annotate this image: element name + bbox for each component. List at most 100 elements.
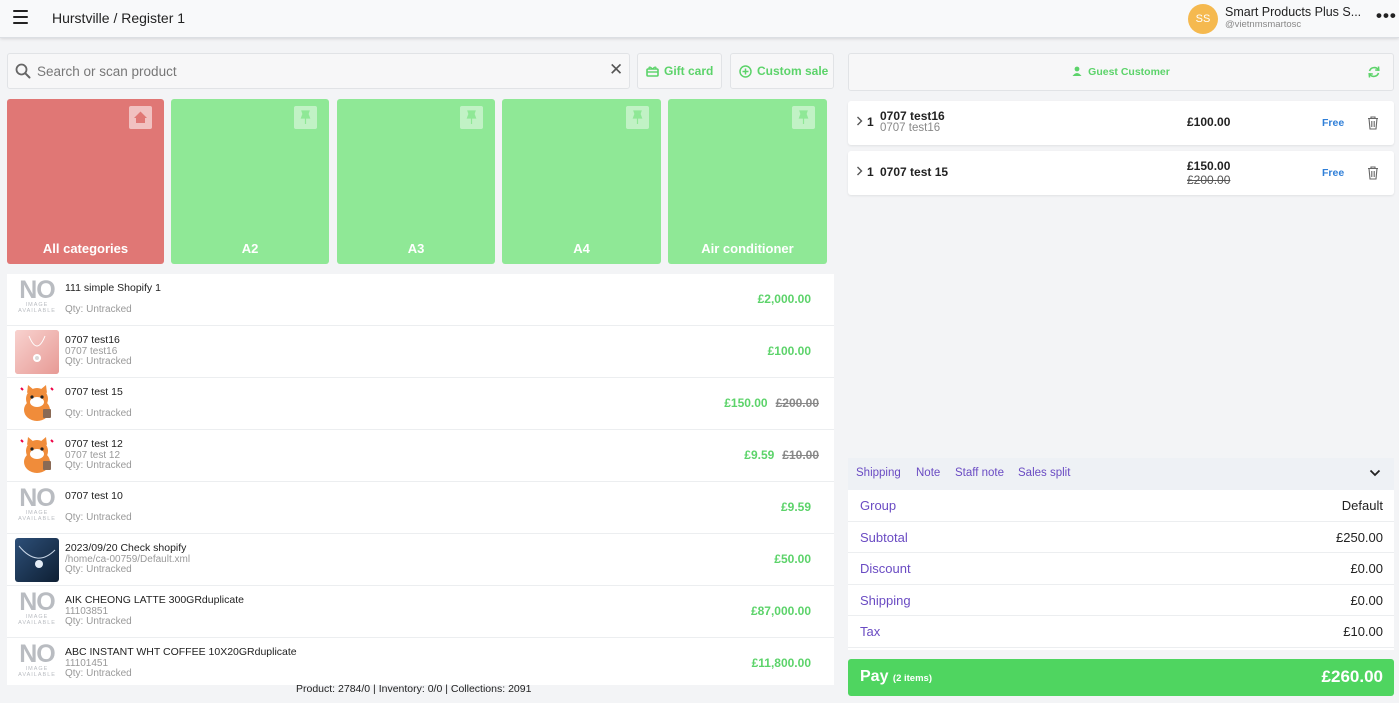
product-row[interactable]: 0707 test 15 Qty: Untracked £150.00 £200.… xyxy=(7,378,834,430)
totals-row-shipping[interactable]: Shipping £0.00 xyxy=(848,585,1394,616)
pin-icon[interactable] xyxy=(460,106,483,129)
customer-label: Guest Customer xyxy=(849,66,1393,78)
totals-row-discount[interactable]: Discount £0.00 xyxy=(848,553,1394,585)
menu-icon[interactable] xyxy=(13,10,28,24)
search-icon xyxy=(15,63,31,79)
category-label: Air conditioner xyxy=(701,241,794,256)
top-bar: Hurstville / Register 1 SS Smart Product… xyxy=(0,0,1399,38)
customer-selector[interactable]: Guest Customer xyxy=(848,53,1394,91)
tab-sales-split[interactable]: Sales split xyxy=(1018,467,1070,479)
category-label: A2 xyxy=(241,241,259,256)
order-totals: Group Default Subtotal £250.00 Discount £0.… xyxy=(848,490,1394,650)
cart-line-old-price: £200.00 xyxy=(1187,173,1231,187)
free-badge[interactable]: Free xyxy=(1322,167,1344,179)
totals-row-group[interactable]: Group Default xyxy=(848,490,1394,522)
category-tile-a2[interactable]: A2 xyxy=(171,99,329,264)
category-tile-air-conditioner[interactable]: Air conditioner xyxy=(668,99,827,264)
store-name[interactable]: Smart Products Plus S... xyxy=(1225,5,1360,19)
no-image-placeholder: NO IMAGE AVAILABLE xyxy=(18,640,56,679)
product-row[interactable]: 0707 test 12 0707 test 12 Qty: Untracked… xyxy=(7,430,834,482)
product-image-jewelry xyxy=(15,538,59,582)
product-name: AIK CHEONG LATTE 300GRduplicate xyxy=(65,594,244,606)
product-price: £2,000.00 xyxy=(757,292,811,306)
product-row[interactable]: NO IMAGE AVAILABLE 0707 test 10 Qty: Untra… xyxy=(7,482,834,534)
category-label: A3 xyxy=(407,241,425,256)
product-name: 2023/09/20 Check shopify xyxy=(65,542,187,554)
product-row[interactable]: 0707 test16 0707 test16 Qty: Untracked £… xyxy=(7,326,834,378)
user-icon xyxy=(1072,66,1082,76)
pay-button[interactable]: Pay (2 items) £260.00 xyxy=(848,659,1394,696)
product-qty: Qty: Untracked xyxy=(65,460,132,471)
product-qty: Qty: Untracked xyxy=(65,304,132,315)
product-name: 0707 test 15 xyxy=(65,386,123,398)
cart-line-subtitle: 0707 test16 xyxy=(880,122,941,134)
pay-total: £260.00 xyxy=(1321,667,1383,686)
cart-line[interactable]: 1 0707 test16 0707 test16 £100.00 Free xyxy=(848,101,1394,145)
cart-line-title: 0707 test16 xyxy=(880,109,945,123)
category-tile-a3[interactable]: A3 xyxy=(337,99,495,264)
refresh-icon[interactable] xyxy=(1367,65,1381,79)
product-image-necklace xyxy=(15,330,59,374)
pin-icon[interactable] xyxy=(626,106,649,129)
totals-row-subtotal: Subtotal £250.00 xyxy=(848,522,1394,553)
product-price: £100.00 xyxy=(767,344,811,358)
cart-line-qty: 1 xyxy=(867,115,874,129)
trash-icon[interactable] xyxy=(1366,165,1380,180)
product-list: NO IMAGE AVAILABLE 111 simple Shopify 1 Qt… xyxy=(7,274,834,685)
custom-sale-label: Custom sale xyxy=(757,64,829,78)
chevron-down-icon[interactable] xyxy=(1369,469,1381,477)
more-options-icon[interactable]: ••• xyxy=(1376,6,1397,26)
tab-shipping[interactable]: Shipping xyxy=(856,467,901,479)
product-qty: Qty: Untracked xyxy=(65,512,132,523)
category-tile-a4[interactable]: A4 xyxy=(502,99,661,264)
cart-line-price: £150.00 xyxy=(1187,159,1231,173)
product-price: £87,000.00 xyxy=(750,604,811,618)
register-title: Hurstville / Register 1 xyxy=(52,10,186,26)
category-tile-all[interactable]: All categories xyxy=(7,99,164,264)
product-qty: Qty: Untracked xyxy=(65,356,132,367)
product-image-cat-sticker xyxy=(15,434,59,478)
product-price: £9.59 £10.00 xyxy=(744,448,819,462)
custom-sale-button[interactable]: Custom sale xyxy=(730,53,834,89)
catalog-stats: Product: 2784/0 | Inventory: 0/0 | Colle… xyxy=(296,683,532,695)
product-qty: Qty: Untracked xyxy=(65,564,132,575)
store-handle: @vietnmsmartosc xyxy=(1225,19,1302,30)
category-label: A4 xyxy=(573,241,590,256)
gift-card-label: Gift card xyxy=(664,64,714,78)
tab-staff-note[interactable]: Staff note xyxy=(955,467,1004,479)
chevron-right-icon[interactable] xyxy=(855,165,864,177)
product-image-cat-sticker xyxy=(15,382,59,426)
product-name: 111 simple Shopify 1 xyxy=(65,282,161,294)
product-price: £9.59 xyxy=(780,500,811,514)
gift-card-button[interactable]: Gift card xyxy=(637,53,722,89)
category-label: All categories xyxy=(42,241,129,256)
product-row[interactable]: 2023/09/20 Check shopify /home/ca-00759/… xyxy=(7,534,834,586)
product-row[interactable]: NO IMAGE AVAILABLE ABC INSTANT WHT COFFEE … xyxy=(7,638,834,685)
cart-line-title: 0707 test 15 xyxy=(880,165,949,179)
free-badge[interactable]: Free xyxy=(1322,117,1344,129)
clear-search-icon[interactable]: ✕ xyxy=(609,60,623,80)
product-qty: Qty: Untracked xyxy=(65,616,132,627)
chevron-right-icon[interactable] xyxy=(855,115,864,127)
product-row[interactable]: NO IMAGE AVAILABLE AIK CHEONG LATTE 300GRd… xyxy=(7,586,834,638)
avatar[interactable]: SS xyxy=(1188,4,1218,34)
product-name: ABC INSTANT WHT COFFEE 10X20GRduplicate xyxy=(65,646,297,658)
no-image-placeholder: NO IMAGE AVAILABLE xyxy=(18,276,56,315)
cart-options-bar: Shipping Note Staff note Sales split xyxy=(848,458,1394,490)
cart-line-price: £100.00 xyxy=(1187,115,1231,129)
tab-note[interactable]: Note xyxy=(916,467,940,479)
product-name: 0707 test 10 xyxy=(65,490,123,502)
product-row[interactable]: NO IMAGE AVAILABLE 111 simple Shopify 1 Qt… xyxy=(7,274,834,326)
search-input[interactable]: Search or scan product ✕ xyxy=(7,53,630,89)
gift-icon xyxy=(646,66,659,78)
product-price: £150.00 £200.00 xyxy=(724,396,819,410)
cart-line-qty: 1 xyxy=(867,165,874,179)
cart-line[interactable]: 1 0707 test 15 £150.00 £200.00 Free xyxy=(848,151,1394,195)
home-icon xyxy=(129,106,152,129)
product-name: 0707 test16 xyxy=(65,334,120,346)
totals-row-tax: Tax £10.00 xyxy=(848,616,1394,648)
no-image-placeholder: NO IMAGE AVAILABLE xyxy=(18,484,56,523)
pin-icon[interactable] xyxy=(792,106,815,129)
trash-icon[interactable] xyxy=(1366,115,1380,130)
pin-icon[interactable] xyxy=(294,106,317,129)
